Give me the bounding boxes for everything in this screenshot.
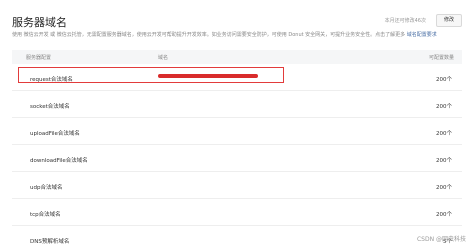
row-count: 200个 <box>436 158 452 164</box>
table-row: udp合法域名 200个 <box>12 172 462 199</box>
watermark: CSDN @网虫科技 <box>416 236 466 243</box>
row-name: request合法域名 <box>30 77 73 83</box>
header-config: 服务器配置 <box>26 54 52 61</box>
row-name: socket合法域名 <box>30 104 70 110</box>
page-title: 服务器域名 <box>12 16 67 29</box>
row-name: tcp合法域名 <box>30 212 61 218</box>
row-name: uploadFile合法域名 <box>30 131 80 137</box>
row-name: downloadFile合法域名 <box>30 158 88 164</box>
header-domain: 域名 <box>158 54 169 61</box>
description-text: 使用 微信云开发 或 微信云托管，无需配置服务器域名，使用云开发可帮助提升开发效… <box>12 32 406 38</box>
table-row: tcp合法域名 200个 <box>12 199 462 226</box>
row-count: 200个 <box>436 212 452 218</box>
row-count: 200个 <box>436 185 452 191</box>
domain-requirements-link[interactable]: 域名配置要求 <box>407 32 437 38</box>
table-row: downloadFile合法域名 200个 <box>12 145 462 172</box>
table-row: DNS预解析域名 5个 <box>12 226 462 246</box>
row-count: 200个 <box>436 131 452 137</box>
table-row: uploadFile合法域名 200个 <box>12 118 462 145</box>
table-row: request合法域名 200个 <box>12 64 462 91</box>
modify-limit-text: 本月还可修改46次 <box>384 18 426 24</box>
table-header: 服务器配置 域名 可配置数量 <box>12 50 462 64</box>
row-count: 200个 <box>436 77 452 83</box>
table-row: socket合法域名 200个 <box>12 91 462 118</box>
row-count: 200个 <box>436 104 452 110</box>
domain-value <box>158 73 260 79</box>
domain-table: 服务器配置 域名 可配置数量 request合法域名 200个 socket合法… <box>12 50 462 246</box>
row-name: udp合法域名 <box>30 185 63 191</box>
row-name: DNS预解析域名 <box>30 239 70 245</box>
redaction-mark <box>158 74 258 78</box>
description: 使用 微信云开发 或 微信云托管，无需配置服务器域名，使用云开发可帮助提升开发效… <box>12 31 462 38</box>
edit-button[interactable]: 修改 <box>436 14 462 27</box>
header-count: 可配置数量 <box>428 54 454 61</box>
